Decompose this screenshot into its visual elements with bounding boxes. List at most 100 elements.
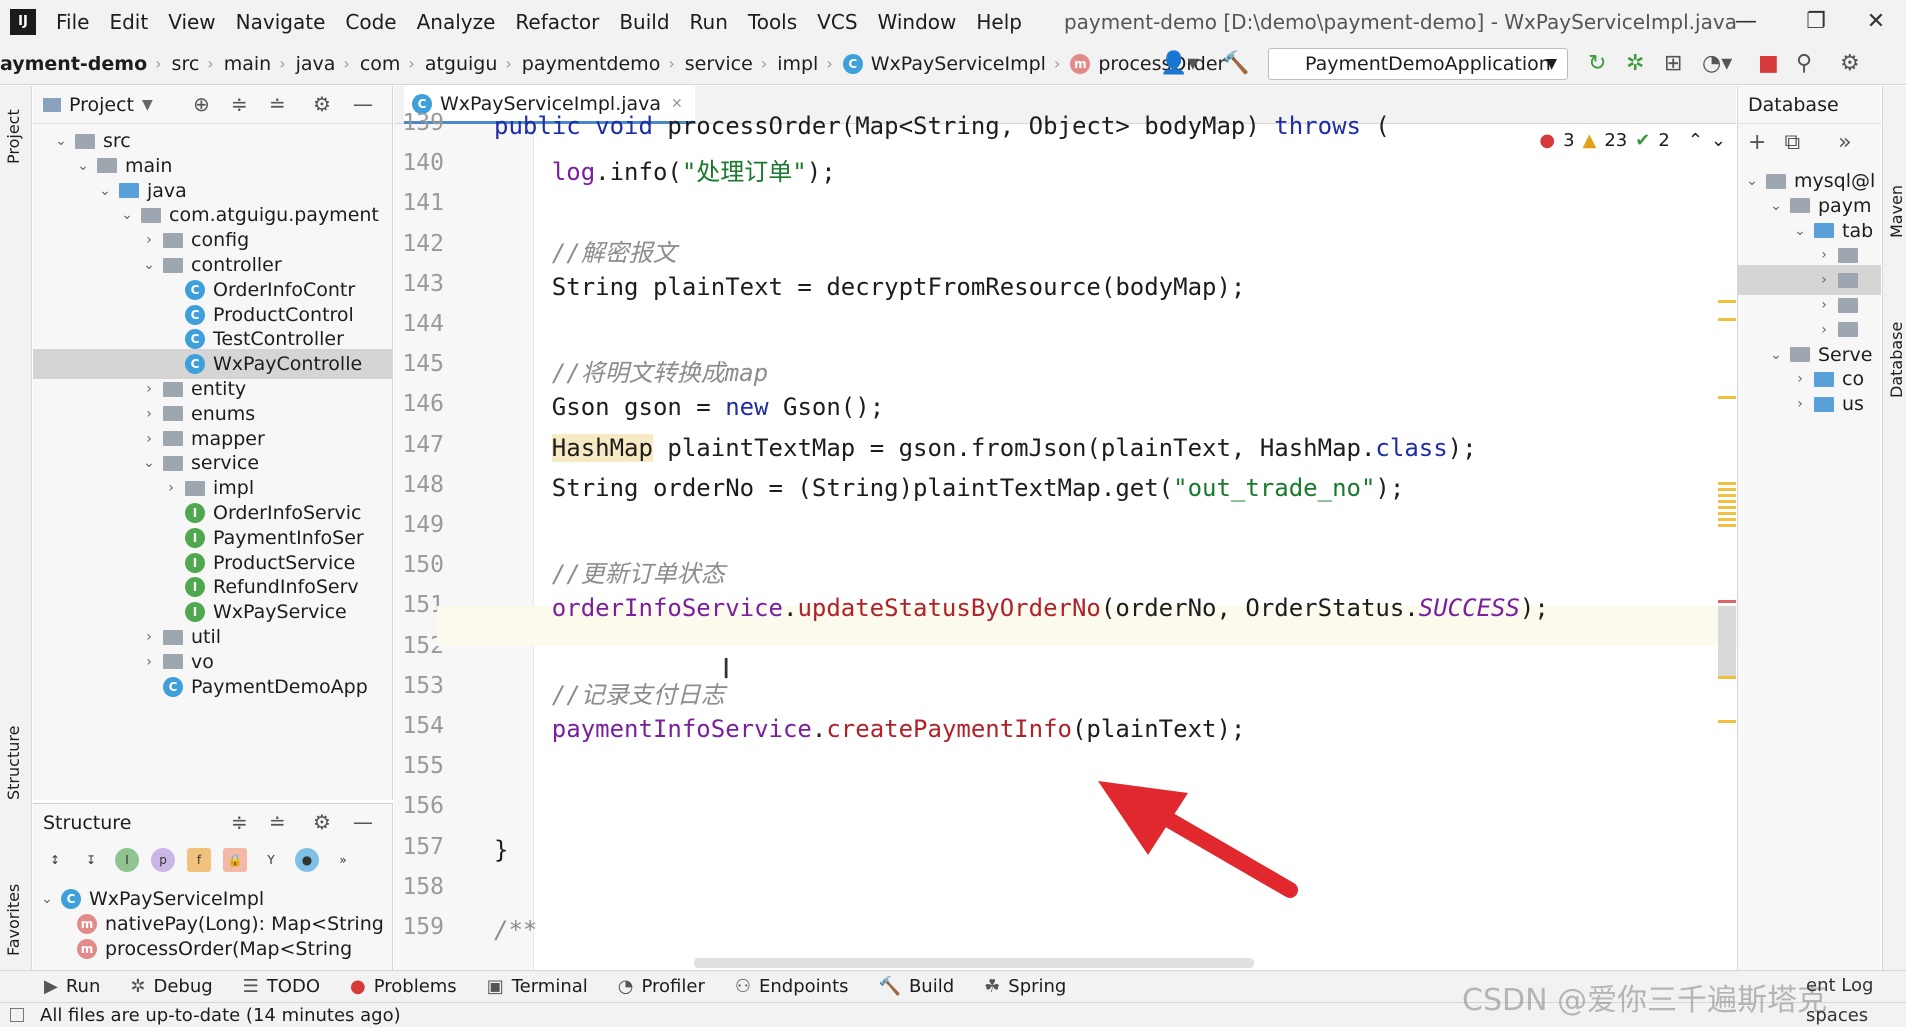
chevron-right-icon[interactable]: › [141, 406, 157, 422]
chevron-down-icon[interactable]: ⌄ [1744, 173, 1760, 189]
chevron-down-icon[interactable]: ⌄ [141, 455, 157, 471]
tool-tab-profiler[interactable]: ◔ Profiler [618, 976, 705, 997]
chevron-down-icon[interactable]: › [1792, 396, 1808, 412]
chevron-down-icon[interactable]: ⌄ [75, 158, 91, 174]
hammer-icon[interactable]: 🔨 [1222, 51, 1249, 76]
autoscroll-icon[interactable]: ● [295, 848, 319, 872]
breadcrumb-item[interactable]: service › [685, 53, 777, 75]
menu-item-window[interactable]: Window [878, 10, 957, 34]
code-line[interactable]: HashMap plaintTextMap = gson.fromJson(pl… [494, 433, 1477, 462]
favorites-tool-tab[interactable]: Favorites [4, 884, 23, 956]
breadcrumb-item[interactable]: ayment-demo › [0, 53, 172, 75]
breadcrumb-item[interactable]: atguigu › [425, 53, 522, 75]
code-line[interactable]: public void processOrder(Map<String, Obj… [494, 112, 1390, 140]
scrollbar-thumb[interactable] [1718, 606, 1736, 676]
maven-tool-tab[interactable]: Maven [1887, 185, 1906, 238]
chevron-down-icon[interactable]: ⌄ [1768, 198, 1784, 214]
menu-item-refactor[interactable]: Refactor [515, 10, 599, 34]
breadcrumb-item[interactable]: C WxPayServiceImpl › [842, 53, 1071, 75]
filter-icon[interactable]: Y [259, 848, 283, 872]
sort-visibility-icon[interactable]: ↧ [79, 848, 103, 872]
copy-icon[interactable]: ⧉ [1784, 130, 1800, 155]
gear-icon[interactable]: ⚙ [313, 92, 331, 116]
chevron-right-icon[interactable]: › [1816, 272, 1832, 288]
chevron-right-icon[interactable]: › [1816, 322, 1832, 338]
rerun-icon[interactable]: ↻ [1588, 51, 1606, 76]
menu-item-run[interactable]: Run [690, 10, 728, 34]
chevron-down-icon[interactable]: ⌄ [1792, 223, 1808, 239]
search-icon[interactable]: ⚲ [1796, 51, 1812, 76]
close-button[interactable]: ✕ [1846, 0, 1906, 43]
tool-tab-debug[interactable]: ✲ Debug [130, 976, 212, 997]
tool-tab-spring[interactable]: ☘ Spring [984, 976, 1066, 997]
chevron-right-icon[interactable]: › [141, 232, 157, 248]
collapse-all-icon[interactable]: ≐ [269, 810, 286, 834]
horizontal-scrollbar[interactable] [694, 958, 1254, 968]
chevron-down-icon[interactable]: ⌄ [39, 891, 55, 907]
tool-tab-endpoints[interactable]: ⚇ Endpoints [735, 976, 849, 997]
code-line[interactable]: String orderNo = (String)plaintTextMap.g… [494, 474, 1405, 502]
breadcrumb-item[interactable]: impl › [777, 53, 843, 75]
debug-icon[interactable]: ✲ [1626, 51, 1644, 76]
code-line[interactable]: } [494, 836, 508, 864]
structure-item[interactable]: m processOrder(Map<String [33, 934, 352, 964]
sort-alpha-icon[interactable]: ↕ [43, 848, 67, 872]
gear-icon[interactable]: ⚙ [313, 810, 331, 834]
coverage-icon[interactable]: ⊞ [1664, 51, 1682, 76]
code-line[interactable]: //解密报文 [494, 233, 677, 268]
user-icon[interactable]: 👤▾ [1160, 51, 1198, 76]
code-line[interactable]: /** [494, 916, 537, 944]
chevron-right-icon[interactable]: › [1816, 297, 1832, 313]
breadcrumb-item[interactable]: src › [172, 53, 224, 75]
structure-tool-tab[interactable]: Structure [4, 726, 23, 800]
settings-icon[interactable]: ⚙ [1840, 51, 1860, 76]
code-line[interactable]: //记录支付日志 [494, 675, 725, 710]
chevron-down-icon[interactable]: ⌄ [53, 133, 69, 149]
close-tab-icon[interactable]: ✕ [671, 96, 683, 112]
code-line[interactable]: orderInfoService.updateStatusByOrderNo(o… [494, 594, 1549, 622]
menu-item-help[interactable]: Help [976, 10, 1022, 34]
tool-tab-problems[interactable]: ● Problems [350, 976, 457, 997]
breadcrumb-item[interactable]: main › [224, 53, 296, 75]
menu-item-code[interactable]: Code [345, 10, 396, 34]
tool-tab-run[interactable]: ▶ Run [44, 976, 100, 997]
code-line[interactable]: log.info("处理订单"); [494, 152, 836, 187]
expand-all-icon[interactable]: ≑ [231, 92, 248, 116]
chevron-down-icon[interactable]: ⌄ [119, 207, 135, 223]
chevron-right-icon[interactable]: › [141, 431, 157, 447]
show-non-public-icon[interactable]: 🔒 [223, 848, 247, 872]
code-line[interactable]: String plainText = decryptFromResource(b… [494, 273, 1246, 301]
more-icon[interactable]: » [331, 848, 355, 872]
tool-tab-build[interactable]: 🔨 Build [879, 976, 955, 997]
expand-all-icon[interactable]: ≑ [231, 810, 248, 834]
menu-item-file[interactable]: File [56, 10, 89, 34]
run-configuration-select[interactable]: PaymentDemoApplication ▼ [1268, 48, 1568, 80]
menu-item-build[interactable]: Build [619, 10, 669, 34]
menu-item-analyze[interactable]: Analyze [417, 10, 496, 34]
chevron-down-icon[interactable]: ▼ [142, 97, 153, 113]
tree-item[interactable]: C PaymentDemoApp [33, 672, 368, 702]
chevron-down-icon[interactable]: ⌄ [1768, 347, 1784, 363]
show-fields-icon[interactable]: f [187, 848, 211, 872]
checkbox-icon[interactable] [10, 1008, 24, 1022]
chevron-down-icon[interactable]: › [1792, 371, 1808, 387]
chevron-down-icon[interactable]: ⌄ [141, 257, 157, 273]
chevron-right-icon[interactable]: › [1816, 247, 1832, 263]
code-line[interactable]: paymentInfoService.createPaymentInfo(pla… [494, 715, 1246, 743]
project-tool-tab[interactable]: Project [4, 109, 23, 164]
collapse-all-icon[interactable]: ≐ [269, 92, 286, 116]
project-panel-title[interactable]: Project [69, 94, 134, 116]
add-icon[interactable]: + [1748, 130, 1766, 155]
breadcrumb-item[interactable]: com › [360, 53, 425, 75]
chevron-right-icon[interactable]: › [141, 654, 157, 670]
more-icon[interactable]: » [1838, 130, 1851, 155]
database-tool-tab[interactable]: Database [1887, 322, 1906, 398]
next-icon[interactable]: ⌄ [1711, 130, 1726, 151]
menu-item-vcs[interactable]: VCS [817, 10, 857, 34]
hide-icon[interactable]: — [353, 92, 373, 116]
inspection-widget[interactable]: ● 3 ▲ 23 ✔ 2 ⌃ ⌄ [1539, 130, 1726, 151]
chevron-right-icon[interactable]: › [163, 480, 179, 496]
database-item[interactable]: › us [1738, 389, 1864, 419]
minimize-button[interactable]: — [1716, 0, 1776, 43]
menu-item-navigate[interactable]: Navigate [236, 10, 326, 34]
